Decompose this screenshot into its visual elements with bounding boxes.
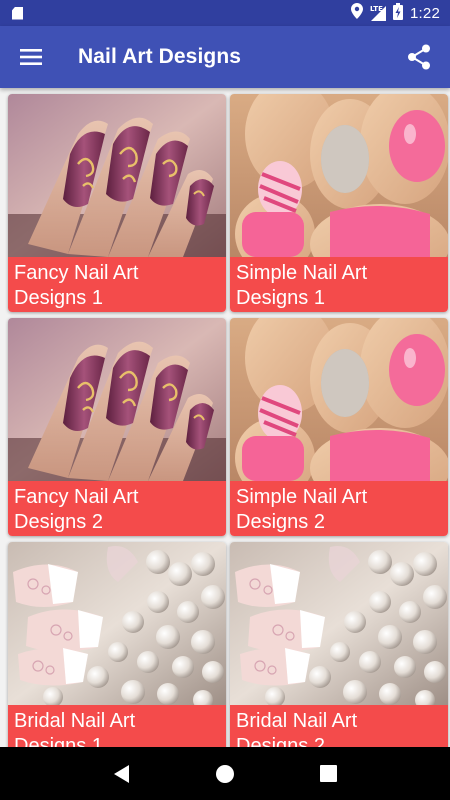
card-image <box>230 94 448 257</box>
card-bridal-2[interactable]: Bridal Nail Art Designs 2 <box>230 542 448 760</box>
card-image <box>230 318 448 481</box>
card-simple-2[interactable]: Simple Nail Art Designs 2 <box>230 318 448 536</box>
sd-card-icon <box>12 6 23 20</box>
card-label-line1: Bridal Nail Art <box>236 710 358 732</box>
page-title: Nail Art Designs <box>78 45 242 68</box>
menu-button[interactable] <box>0 26 62 88</box>
card-label-line1: Fancy Nail Art <box>14 486 139 508</box>
card-label: Simple Nail Art Designs 2 <box>230 481 448 536</box>
battery-charging-icon <box>393 2 403 24</box>
clock-time: 1:22 <box>410 4 440 22</box>
location-icon <box>351 3 363 23</box>
card-bridal-1[interactable]: Bridal Nail Art Designs 1 <box>8 542 226 760</box>
designs-grid: Fancy Nail Art Designs 1 Simple Nail Art… <box>8 94 448 760</box>
card-label-line1: Fancy Nail Art <box>14 262 139 284</box>
navigation-bar <box>0 747 450 800</box>
card-label-line1: Simple Nail Art <box>236 262 368 284</box>
home-button[interactable] <box>205 754 245 794</box>
share-icon <box>408 44 430 70</box>
back-icon <box>113 764 129 783</box>
card-image <box>8 94 226 257</box>
card-label-line2: Designs 2 <box>236 511 325 533</box>
share-button[interactable] <box>402 40 436 74</box>
status-bar: LTE 1:22 <box>0 0 450 26</box>
card-label-line2: Designs 1 <box>14 287 103 309</box>
signal-icon: LTE <box>370 5 386 21</box>
card-image <box>8 542 226 705</box>
app-bar: Nail Art Designs <box>0 26 450 88</box>
card-label: Fancy Nail Art Designs 1 <box>8 257 226 312</box>
hamburger-menu-icon <box>20 49 42 65</box>
recents-icon <box>319 765 337 782</box>
card-fancy-1[interactable]: Fancy Nail Art Designs 1 <box>8 94 226 312</box>
app-screen: LTE 1:22 Nail Art Designs Fancy Nail Art… <box>0 0 450 800</box>
card-label-line1: Bridal Nail Art <box>14 710 136 732</box>
card-simple-1[interactable]: Simple Nail Art Designs 1 <box>230 94 448 312</box>
card-fancy-2[interactable]: Fancy Nail Art Designs 2 <box>8 318 226 536</box>
card-label-line1: Simple Nail Art <box>236 486 368 508</box>
card-image <box>8 318 226 481</box>
card-label-line2: Designs 1 <box>236 287 325 309</box>
back-button[interactable] <box>102 754 142 794</box>
card-label: Simple Nail Art Designs 1 <box>230 257 448 312</box>
card-label-line2: Designs 2 <box>14 511 103 533</box>
card-label: Fancy Nail Art Designs 2 <box>8 481 226 536</box>
card-image <box>230 542 448 705</box>
recents-button[interactable] <box>308 754 348 794</box>
home-icon <box>215 764 234 783</box>
